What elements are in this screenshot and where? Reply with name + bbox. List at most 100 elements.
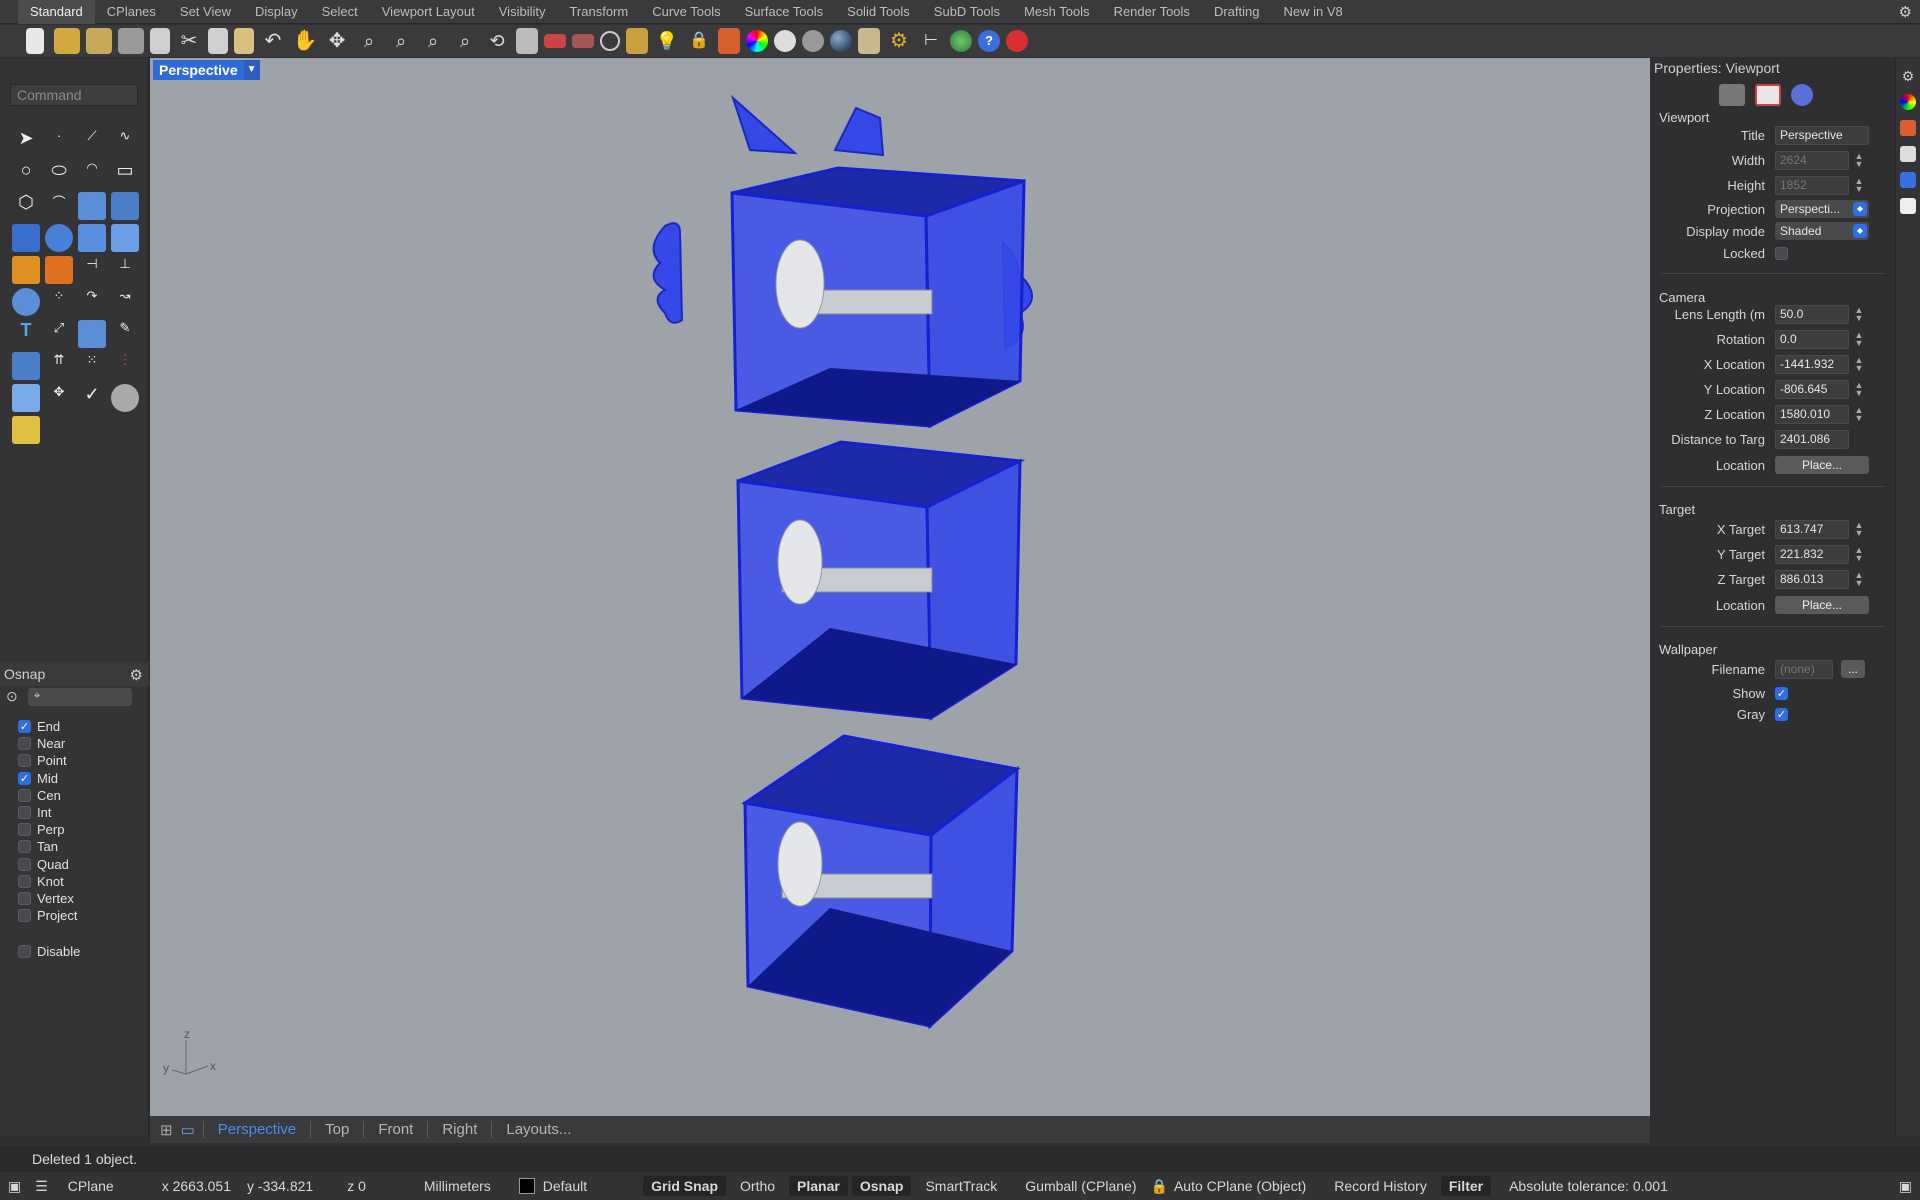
checkbox-icon[interactable] bbox=[18, 874, 31, 888]
split-icon[interactable]: ⊣ bbox=[78, 256, 106, 284]
pan-hand-icon[interactable]: ✋ bbox=[292, 28, 318, 54]
material-ball-icon[interactable] bbox=[774, 30, 796, 52]
zoom-selected-icon[interactable]: ⌕ bbox=[452, 28, 478, 54]
tab-transform[interactable]: Transform bbox=[557, 0, 640, 24]
tab-new-in-v8[interactable]: New in V8 bbox=[1271, 0, 1354, 24]
lock-icon[interactable]: 🔒 bbox=[686, 28, 712, 54]
text-icon[interactable]: T bbox=[12, 320, 40, 348]
perspective-viewport[interactable]: Perspective ▼ z x y bbox=[150, 58, 1650, 1116]
viewtab-front[interactable]: Front bbox=[363, 1121, 427, 1138]
ortho-toggle[interactable]: Ortho bbox=[740, 1178, 775, 1194]
panel-toggle-icon[interactable]: ▣ bbox=[8, 1178, 21, 1195]
car-icon[interactable] bbox=[544, 34, 566, 48]
materials-icon[interactable] bbox=[1900, 94, 1916, 110]
zoom-window-icon[interactable]: ⌕ bbox=[388, 28, 414, 54]
z-target-stepper-icon[interactable]: ▲ ▼ bbox=[1854, 571, 1864, 588]
rectangle-icon[interactable]: ▭ bbox=[111, 160, 139, 188]
open-folder-icon[interactable] bbox=[54, 28, 80, 54]
browse-button[interactable]: ... bbox=[1841, 660, 1865, 678]
tab-select[interactable]: Select bbox=[310, 0, 370, 24]
x-target-stepper-icon[interactable]: ▲ ▼ bbox=[1854, 521, 1864, 538]
show-checkbox[interactable]: ✓ bbox=[1775, 686, 1788, 700]
command-input[interactable]: Command bbox=[10, 84, 138, 106]
osnap-vertex[interactable]: Vertex bbox=[18, 890, 80, 907]
status-layer[interactable]: Default bbox=[543, 1178, 587, 1194]
panel-toggle-right-icon[interactable]: ▣ bbox=[1899, 1178, 1912, 1195]
curve-icon[interactable]: ∿ bbox=[111, 128, 139, 156]
checkbox-icon[interactable] bbox=[18, 857, 31, 871]
options-gear-icon[interactable]: ⚙ bbox=[886, 28, 912, 54]
osnap-project[interactable]: Project bbox=[18, 907, 80, 924]
gray-checkbox[interactable]: ✓ bbox=[1775, 707, 1788, 721]
select-arrow-icon[interactable]: ➤ bbox=[12, 128, 40, 156]
circle-icon[interactable]: ○ bbox=[12, 160, 40, 188]
panel-settings-gear-icon[interactable]: ⚙ bbox=[1900, 68, 1916, 84]
osnap-disable[interactable]: Disable bbox=[18, 943, 80, 960]
lock-icon[interactable]: 🔒 bbox=[1151, 1178, 1168, 1195]
sweep-icon[interactable] bbox=[111, 192, 139, 220]
surface-icon[interactable] bbox=[78, 192, 106, 220]
tab-set-view[interactable]: Set View bbox=[168, 0, 243, 24]
extrude-icon[interactable] bbox=[12, 352, 40, 380]
status-units[interactable]: Millimeters bbox=[424, 1178, 491, 1194]
tab-display[interactable]: Display bbox=[243, 0, 310, 24]
osnap-mid[interactable]: ✓ Mid bbox=[18, 770, 80, 787]
render-cone-icon[interactable] bbox=[12, 416, 40, 444]
cylinder-icon[interactable] bbox=[78, 224, 106, 252]
four-viewports-icon[interactable] bbox=[516, 28, 538, 54]
zoom-icon[interactable]: ⌕ bbox=[356, 28, 382, 54]
z-location-stepper-icon[interactable]: ▲ ▼ bbox=[1854, 406, 1864, 423]
osnap-filter-icon[interactable]: ⌖ bbox=[27, 688, 132, 706]
move-arrows-icon[interactable]: ⇈ bbox=[45, 352, 73, 380]
rotation-field[interactable]: 0.0 bbox=[1775, 329, 1849, 349]
undo-icon[interactable]: ↶ bbox=[260, 28, 286, 54]
display-mode-select[interactable]: Shaded ◆ bbox=[1775, 222, 1869, 240]
locked-checkbox[interactable] bbox=[1775, 246, 1788, 260]
dimension-icon[interactable]: ⊢ bbox=[918, 28, 944, 54]
planar-toggle[interactable]: Planar bbox=[789, 1176, 848, 1196]
checkbox-icon[interactable] bbox=[18, 823, 31, 837]
tab-drafting[interactable]: Drafting bbox=[1202, 0, 1272, 24]
help-icon[interactable]: ? bbox=[978, 30, 1000, 52]
z-target-field[interactable]: 886.013 bbox=[1775, 569, 1849, 589]
checkbox-icon[interactable] bbox=[18, 909, 31, 923]
status-cplane[interactable]: CPlane bbox=[68, 1178, 114, 1194]
checkbox-icon[interactable] bbox=[18, 891, 31, 905]
notes-icon[interactable] bbox=[1900, 198, 1916, 214]
target-place-button[interactable]: Place... bbox=[1775, 596, 1869, 614]
camera-place-button[interactable]: Place... bbox=[1775, 456, 1869, 474]
color-wheel-icon[interactable] bbox=[746, 30, 768, 52]
explode-icon[interactable] bbox=[12, 256, 40, 284]
texture-icon[interactable] bbox=[858, 28, 880, 54]
smarttrack-toggle[interactable]: SmartTrack bbox=[925, 1178, 997, 1194]
tab-cplanes[interactable]: CPlanes bbox=[95, 0, 168, 24]
clipboard-icon[interactable] bbox=[234, 28, 254, 54]
point-icon[interactable]: · bbox=[45, 128, 73, 156]
undo-view-icon[interactable]: ⟲ bbox=[484, 28, 510, 54]
osnap-settings-gear-icon[interactable]: ⚙ bbox=[130, 664, 143, 688]
mesh-icon[interactable] bbox=[111, 224, 139, 252]
maximize-viewport-icon[interactable]: ▭ bbox=[181, 1121, 195, 1139]
osnap-int[interactable]: Int bbox=[18, 804, 80, 821]
grid-snap-toggle[interactable]: Grid Snap bbox=[643, 1176, 727, 1196]
distance-field[interactable]: 2401.086 bbox=[1775, 429, 1849, 449]
y-target-field[interactable]: 221.832 bbox=[1775, 544, 1849, 564]
list-icon[interactable]: ☰ bbox=[35, 1178, 48, 1195]
viewtab-layouts[interactable]: Layouts... bbox=[491, 1121, 585, 1138]
y-target-stepper-icon[interactable]: ▲ ▼ bbox=[1854, 546, 1864, 563]
grid-array-icon[interactable]: ⁙ bbox=[78, 352, 106, 380]
fillet-icon[interactable]: ⌒ bbox=[45, 192, 73, 220]
auto-cplane-toggle[interactable]: Auto CPlane (Object) bbox=[1174, 1178, 1306, 1194]
single-viewport-icon[interactable]: ⊞ bbox=[160, 1121, 173, 1139]
rotation-stepper-icon[interactable]: ▲ ▼ bbox=[1854, 331, 1864, 348]
light-bulb-icon[interactable]: 💡 bbox=[654, 28, 680, 54]
gumball-icon[interactable]: ✥ bbox=[45, 384, 73, 412]
y-location-stepper-icon[interactable]: ▲ ▼ bbox=[1854, 381, 1864, 398]
solid-union-icon[interactable] bbox=[45, 224, 73, 252]
x-target-field[interactable]: 613.747 bbox=[1775, 519, 1849, 539]
tab-standard[interactable]: Standard bbox=[18, 0, 95, 24]
arc-icon[interactable]: ◠ bbox=[78, 160, 106, 188]
osnap-perp[interactable]: Perp bbox=[18, 821, 80, 838]
ellipse-icon[interactable]: ⬭ bbox=[45, 160, 73, 188]
tab-solid-tools[interactable]: Solid Tools bbox=[835, 0, 922, 24]
